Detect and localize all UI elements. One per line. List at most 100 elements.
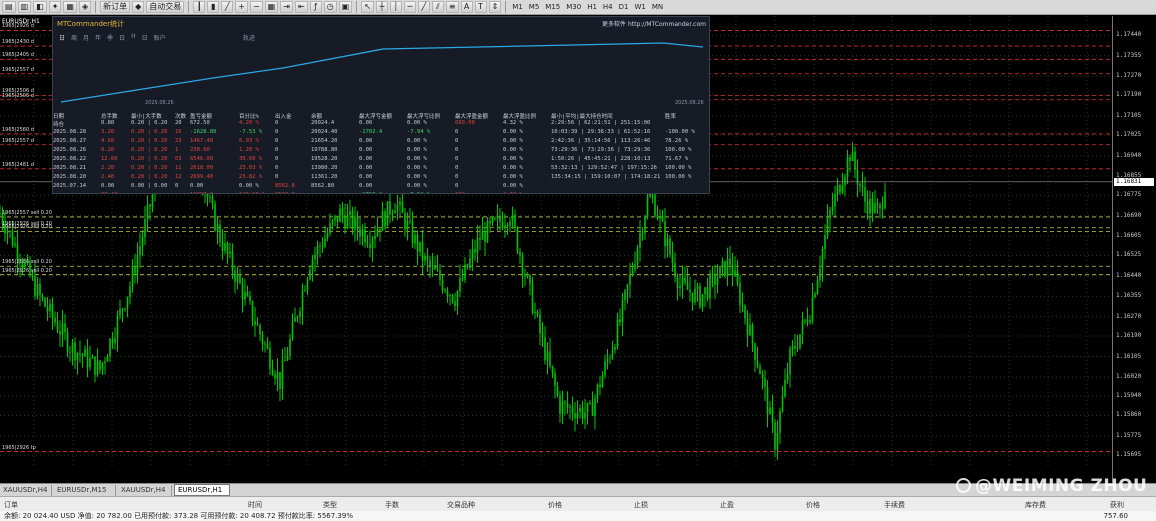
stats-cell: 73:29:36 | 73:29:36 | 73:29:36 bbox=[551, 147, 651, 153]
candle-body bbox=[59, 331, 61, 335]
stats-cell: 10:03:39 | 29:36:33 | 61:52:16 bbox=[551, 129, 651, 135]
tile-windows-icon[interactable]: ▦ bbox=[264, 1, 279, 13]
bar-chart-icon[interactable]: ┃ bbox=[193, 1, 206, 13]
col-order[interactable]: 订单 bbox=[4, 500, 18, 510]
stats-row[interactable]: 总计 26.40 12037.2 142.16 % 8562.8 -1702.4 -7.94… bbox=[53, 192, 709, 193]
candle-body bbox=[644, 216, 646, 234]
candle-body bbox=[776, 433, 779, 450]
indicators-icon[interactable]: ƒ bbox=[309, 1, 322, 13]
tester-icon[interactable]: ◈ bbox=[78, 1, 92, 13]
timeframe-d1[interactable]: D1 bbox=[617, 3, 631, 11]
candle-body bbox=[104, 361, 106, 363]
zoom-in-icon[interactable]: + bbox=[235, 1, 248, 13]
candle-body bbox=[131, 266, 134, 287]
equidistant-channel-icon[interactable]: ⫽ bbox=[431, 1, 444, 13]
col-symbol[interactable]: 交易品种 bbox=[447, 500, 475, 510]
candle-body bbox=[604, 361, 606, 376]
new-order-button[interactable]: 新订单 bbox=[100, 1, 131, 13]
col-stop-loss[interactable]: 止损 bbox=[634, 500, 648, 510]
stats-row[interactable]: 持仓 0.80 0.20 | 0.20 20 672.50 4.20 % 0 20024.4 0… bbox=[53, 120, 709, 128]
timeframe-h1[interactable]: H1 bbox=[585, 3, 599, 11]
metaeditor-icon[interactable]: ◆ bbox=[132, 1, 145, 13]
stats-row[interactable]: 2025.08.20 2.40 0.20 | 0.20 12 2699.40 23.82 … bbox=[53, 174, 709, 182]
col-price[interactable]: 价格 bbox=[548, 500, 562, 510]
stats-row[interactable]: 2025.08.28 3.20 0.20 | 0.20 16 -1628.80 -7.53… bbox=[53, 129, 709, 137]
candle-body bbox=[124, 308, 126, 310]
chart-tab-eurusd-h1[interactable]: EURUSDr,H1 bbox=[174, 484, 230, 496]
stats-cell: 0.20 | 0.20 bbox=[131, 165, 168, 171]
market-watch-icon[interactable]: ◧ bbox=[33, 1, 47, 13]
col-price-current[interactable]: 价格 bbox=[806, 500, 820, 510]
chart-tab-xauusd-h4-2[interactable]: XAUUSDr,H4 bbox=[118, 485, 172, 496]
profiles-icon[interactable]: ▥ bbox=[17, 1, 32, 13]
candle-body bbox=[94, 356, 96, 375]
account-summary-row[interactable]: 余额: 20 024.40 USD 净值: 20 782.00 已用预付款: 3… bbox=[0, 511, 1156, 521]
auto-scroll-icon[interactable]: ⇥ bbox=[280, 1, 293, 13]
terminal-icon[interactable]: ▦ bbox=[63, 1, 77, 13]
candle-body bbox=[806, 319, 809, 323]
stats-row[interactable]: 2025.08.26 0.20 0.20 | 0.20 1 238.60 1.20 % 0 1… bbox=[53, 147, 709, 155]
chart-tab-eurusd-m15[interactable]: EURUSDr,M15 bbox=[54, 485, 116, 496]
candle-body bbox=[69, 351, 71, 353]
price-tick-label: 1.15775 bbox=[1116, 431, 1142, 439]
stats-cell: 20024.4 bbox=[311, 120, 335, 126]
candle-body bbox=[831, 206, 834, 211]
label-icon[interactable]: T bbox=[474, 1, 487, 13]
col-profit[interactable]: 获利 bbox=[1110, 500, 1124, 510]
text-icon[interactable]: A bbox=[460, 1, 473, 13]
candle-body bbox=[836, 185, 839, 194]
candle-body bbox=[884, 192, 886, 209]
candlestick-icon[interactable]: ▮ bbox=[207, 1, 220, 13]
col-time[interactable]: 时间 bbox=[248, 500, 262, 510]
timeframe-m5[interactable]: M5 bbox=[527, 3, 542, 11]
col-swap[interactable]: 库存费 bbox=[1025, 500, 1046, 510]
stats-cell: 0 bbox=[275, 138, 279, 144]
candle-body bbox=[721, 261, 724, 266]
chart-tab-xauusd-h4[interactable]: XAUUSDr,H4 bbox=[0, 485, 52, 496]
candle-body bbox=[871, 198, 874, 213]
crosshair-icon[interactable]: ┼ bbox=[375, 1, 388, 13]
stats-row[interactable]: 2025.08.21 2.20 0.20 | 0.20 11 2618.00 23.03 … bbox=[53, 165, 709, 173]
zoom-out-icon[interactable]: − bbox=[249, 1, 263, 13]
templates-icon[interactable]: ▣ bbox=[338, 1, 353, 13]
line-chart-icon[interactable]: ╱ bbox=[221, 1, 234, 13]
horizontal-line-icon[interactable]: ─ bbox=[403, 1, 416, 13]
cursor-icon[interactable]: ↖ bbox=[361, 1, 374, 13]
candle-body bbox=[439, 270, 441, 281]
candle-body bbox=[306, 279, 309, 291]
candle-body bbox=[389, 201, 391, 215]
col-take-profit[interactable]: 止盈 bbox=[720, 500, 734, 510]
trendline-icon[interactable]: ╱ bbox=[417, 1, 430, 13]
timeframe-m30[interactable]: M30 bbox=[564, 3, 583, 11]
col-type[interactable]: 类型 bbox=[323, 500, 337, 510]
arrows-icon[interactable]: ⇕ bbox=[488, 1, 502, 13]
navigator-icon[interactable]: ✦ bbox=[48, 1, 62, 13]
equity-date-start: 2025.08.26 bbox=[145, 100, 174, 106]
col-commission[interactable]: 手续费 bbox=[884, 500, 905, 510]
order-level-label: 1965|2586 sell 0.20 bbox=[2, 259, 52, 266]
auto-trading-button[interactable]: 自动交易 bbox=[146, 1, 185, 13]
stats-cell: 12.60 bbox=[101, 156, 118, 162]
vertical-line-icon[interactable]: │ bbox=[389, 1, 402, 13]
candle-body bbox=[396, 204, 399, 211]
candle-body bbox=[669, 238, 671, 255]
stats-panel[interactable]: MTCommander统计 更多软件 http://MTCommander.co… bbox=[52, 16, 710, 194]
timeframe-mn[interactable]: MN bbox=[650, 3, 665, 11]
fibonacci-icon[interactable]: ≡ bbox=[445, 1, 459, 13]
stats-row[interactable]: 2025.08.22 12.60 0.20 | 0.20 63 6546.00 39.60… bbox=[53, 156, 709, 164]
col-lots[interactable]: 手数 bbox=[385, 500, 399, 510]
chart-shift-icon[interactable]: ⇤ bbox=[294, 1, 308, 13]
stats-cell: 0.20 | 0.20 bbox=[131, 120, 168, 126]
periods-icon[interactable]: ◷ bbox=[323, 1, 337, 13]
timeframe-w1[interactable]: W1 bbox=[632, 3, 647, 11]
new-chart-icon[interactable]: ▤ bbox=[2, 1, 16, 13]
stats-row[interactable]: 2025.07.14 0.00 0.00 | 0.00 0 0.00 0.00 % 8562… bbox=[53, 183, 709, 191]
stats-row[interactable]: 2025.08.27 4.60 0.20 | 0.20 23 1467.40 6.93 %… bbox=[53, 138, 709, 146]
stats-cell: 0.20 | 0.20 bbox=[131, 129, 168, 135]
candle-body bbox=[229, 251, 231, 254]
stats-cell: 2618.00 bbox=[190, 165, 214, 171]
timeframe-m15[interactable]: M15 bbox=[543, 3, 562, 11]
account-summary-text: 余额: 20 024.40 USD 净值: 20 782.00 已用预付款: 3… bbox=[4, 512, 353, 520]
timeframe-h4[interactable]: H4 bbox=[601, 3, 615, 11]
timeframe-m1[interactable]: M1 bbox=[510, 3, 525, 11]
